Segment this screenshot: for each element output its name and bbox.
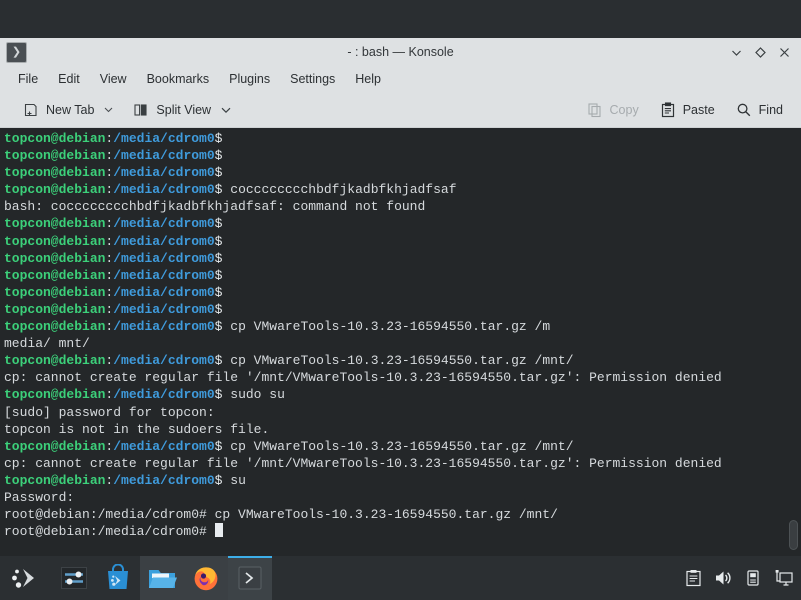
terminal-prompt-icon: ❯	[6, 41, 27, 63]
paste-icon	[659, 101, 677, 119]
taskbar-item-firefox[interactable]	[184, 556, 228, 600]
copy-button[interactable]: Copy	[578, 97, 647, 123]
close-icon[interactable]	[773, 41, 795, 63]
kde-menu-icon	[12, 569, 34, 588]
screen: ❯ - : bash — Konsole File Edit View Book…	[0, 0, 801, 600]
menu-settings[interactable]: Settings	[280, 69, 345, 89]
terminal-output: topcon@debian:/media/cdrom0$ topcon@debia…	[4, 130, 785, 540]
terminal-line: Password:	[4, 489, 75, 505]
paste-button[interactable]: Paste	[651, 97, 723, 123]
desktop-background	[0, 0, 801, 38]
terminal-line: cp: cannot create regular file '/mnt/VMw…	[4, 455, 722, 471]
new-tab-button[interactable]: New Tab	[14, 97, 102, 123]
split-view-button[interactable]: Split View	[124, 97, 219, 123]
menu-file[interactable]: File	[8, 69, 48, 89]
window-title: - : bash — Konsole	[347, 45, 454, 59]
shopping-bag-icon	[108, 564, 128, 589]
network-monitor-icon[interactable]	[773, 568, 793, 588]
copy-label: Copy	[609, 102, 639, 117]
terminal-line: topcon@debian:/media/cdrom0$	[4, 301, 223, 317]
diamond-icon[interactable]	[749, 41, 771, 63]
menu-plugins[interactable]: Plugins	[219, 69, 280, 89]
menu-edit[interactable]: Edit	[48, 69, 90, 89]
toolbar-right-group: Copy Paste Find	[578, 97, 791, 123]
menu-help[interactable]: Help	[345, 69, 391, 89]
terminal-line: topcon@debian:/media/cdrom0$ cp VMwareTo…	[4, 319, 551, 335]
terminal-line: topcon@debian:/media/cdrom0$	[4, 216, 223, 232]
terminal-line: bash: cocccccccchbdfjkadbfkhjadfsaf: com…	[4, 199, 426, 215]
terminal-line: [sudo] password for topcon:	[4, 404, 215, 420]
taskbar-item-app-launcher[interactable]	[0, 556, 52, 600]
taskbar-items	[0, 556, 272, 600]
terminal-line: topcon@debian:/media/cdrom0$	[4, 267, 223, 283]
paste-label: Paste	[682, 102, 715, 117]
new-tab-dropdown-chevron-down-icon[interactable]	[102, 100, 118, 119]
split-view-dropdown-chevron-down-icon[interactable]	[219, 100, 236, 120]
terminal-view[interactable]: topcon@debian:/media/cdrom0$ topcon@debia…	[0, 128, 801, 556]
system-tray	[683, 568, 801, 588]
terminal-line: topcon@debian:/media/cdrom0$	[4, 284, 223, 300]
copy-icon	[586, 101, 604, 119]
split-view-label: Split View	[156, 102, 212, 117]
konsole-window: ❯ - : bash — Konsole File Edit View Book…	[0, 38, 801, 556]
folder-icon	[149, 570, 177, 588]
window-controls	[725, 41, 801, 63]
clipboard-icon[interactable]	[683, 568, 703, 588]
menu-bookmarks[interactable]: Bookmarks	[137, 69, 220, 89]
speaker-icon[interactable]	[713, 568, 733, 588]
window-titlebar[interactable]: ❯ - : bash — Konsole	[0, 38, 801, 66]
menubar: File Edit View Bookmarks Plugins Setting…	[0, 66, 801, 92]
taskbar-item-system-settings[interactable]	[52, 556, 96, 600]
toolbar: New Tab Split View Copy Paste Find	[0, 92, 801, 128]
find-label: Find	[758, 102, 783, 117]
terminal-line: topcon@debian:/media/cdrom0$ sudo su	[4, 387, 285, 403]
terminal-scrollbar-thumb[interactable]	[789, 520, 798, 550]
terminal-line: topcon@debian:/media/cdrom0$	[4, 131, 223, 146]
terminal-icon	[238, 566, 262, 590]
find-button[interactable]: Find	[727, 97, 791, 123]
taskbar-item-software-store[interactable]	[96, 556, 140, 600]
terminal-line: topcon@debian:/media/cdrom0$ cp VMwareTo…	[4, 353, 574, 369]
sliders-icon	[61, 567, 87, 589]
terminal-line: topcon@debian:/media/cdrom0$ cp VMwareTo…	[4, 438, 574, 454]
taskbar-item-file-manager[interactable]	[140, 556, 184, 600]
taskbar-item-konsole[interactable]	[228, 556, 272, 600]
terminal-scrollbar[interactable]	[788, 128, 799, 556]
terminal-line: root@debian:/media/cdrom0#	[4, 523, 785, 540]
terminal-line: media/ mnt/	[4, 336, 90, 352]
terminal-line: topcon is not in the sudoers file.	[4, 421, 270, 437]
new-tab-icon	[22, 101, 40, 119]
chevron-down-icon[interactable]	[725, 41, 747, 63]
split-view-icon	[132, 101, 150, 119]
menu-view[interactable]: View	[90, 69, 137, 89]
taskbar: CSDN @妄念&life zzwx.cn 27/1/2024	[0, 556, 801, 600]
terminal-line: cp: cannot create regular file '/mnt/VMw…	[4, 370, 722, 386]
terminal-line: topcon@debian:/media/cdrom0$	[4, 250, 223, 266]
terminal-line: topcon@debian:/media/cdrom0$ su	[4, 472, 246, 488]
terminal-line: topcon@debian:/media/cdrom0$	[4, 233, 223, 249]
search-icon	[735, 101, 753, 119]
terminal-line: topcon@debian:/media/cdrom0$	[4, 165, 223, 181]
usb-drive-icon[interactable]	[743, 568, 763, 588]
firefox-icon	[194, 567, 218, 591]
terminal-line: topcon@debian:/media/cdrom0$	[4, 148, 223, 164]
new-tab-label: New Tab	[46, 102, 95, 117]
terminal-line: topcon@debian:/media/cdrom0$ cocccccccch…	[4, 182, 457, 198]
terminal-line: root@debian:/media/cdrom0# cp VMwareTool…	[4, 507, 558, 523]
